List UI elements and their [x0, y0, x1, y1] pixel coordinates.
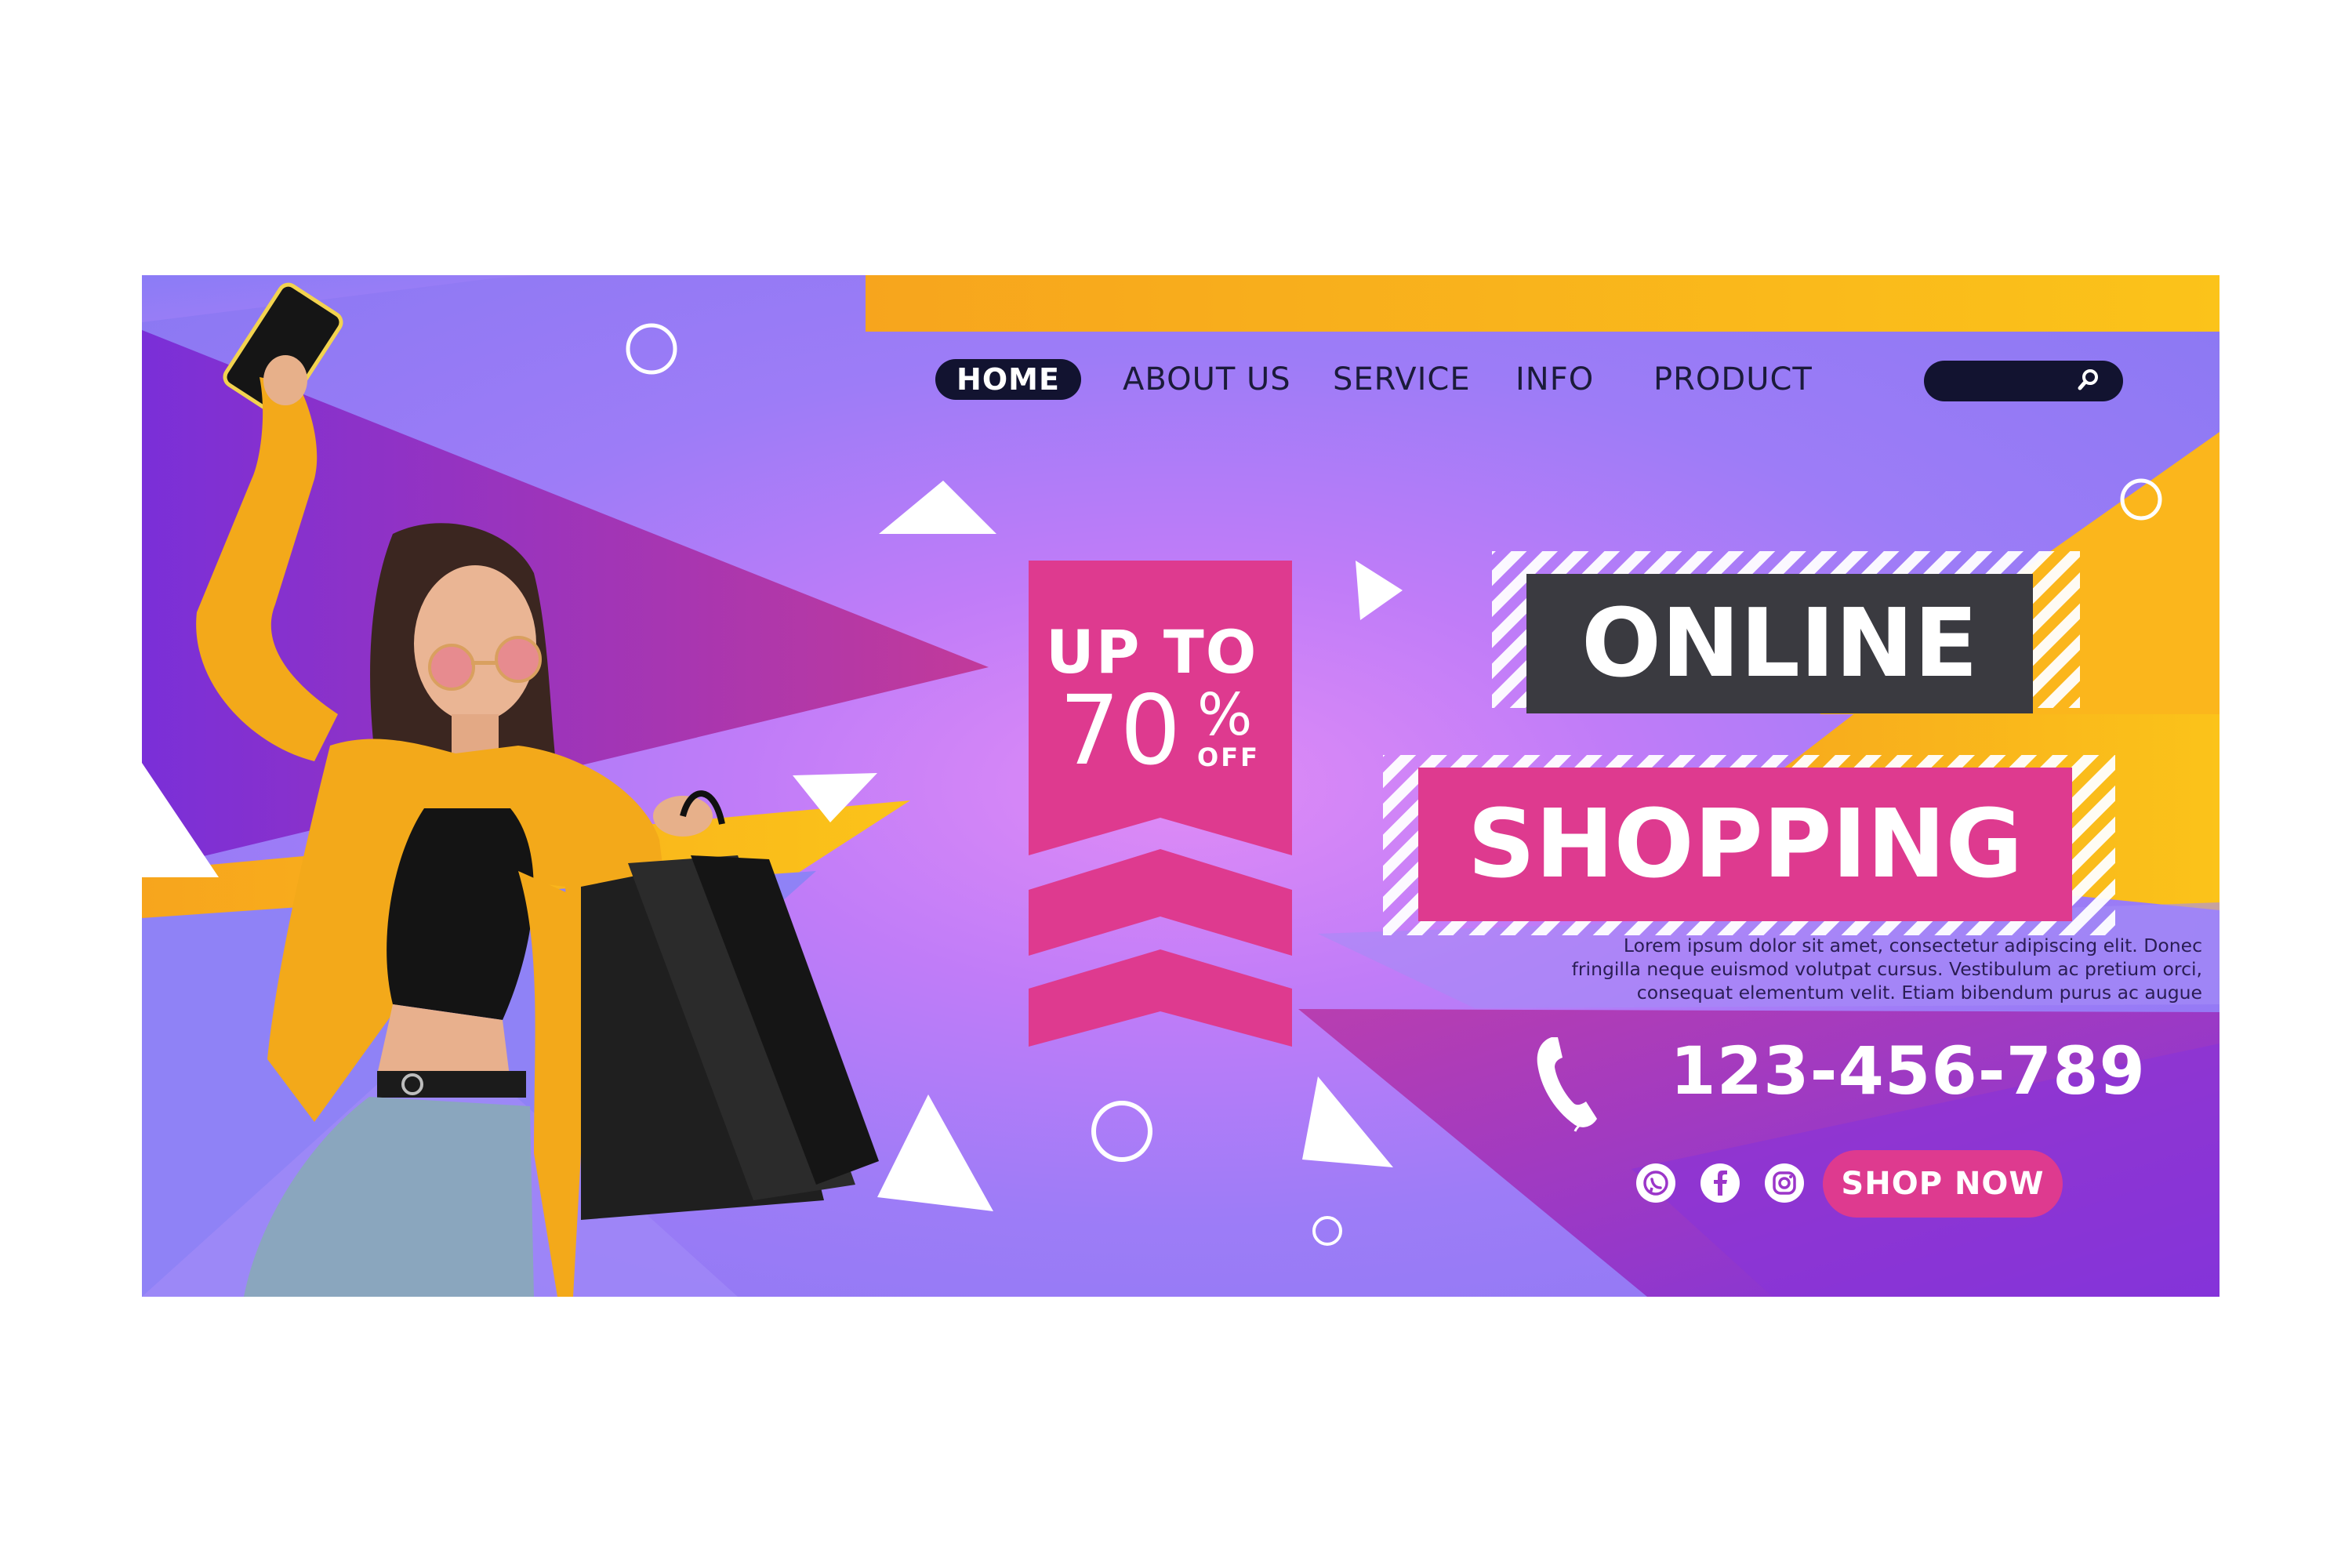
description-line: fringilla neque euismod volutpat cursus.… — [1571, 958, 2202, 980]
phone-number: 123-456-789 — [1670, 1033, 2146, 1109]
headline-shopping: SHOPPING — [1418, 768, 2072, 921]
landing-banner: HOME ABOUT US SERVICE INFO PRODUCT UP TO… — [142, 275, 2220, 1297]
description-text: Lorem ipsum dolor sit amet, consectetur … — [1365, 934, 2202, 1004]
description-line: Lorem ipsum dolor sit amet, consectetur … — [1623, 935, 2202, 956]
whatsapp-icon[interactable] — [1636, 1163, 1675, 1203]
instagram-icon[interactable] — [1765, 1163, 1804, 1203]
facebook-icon[interactable] — [1700, 1163, 1740, 1203]
shop-now-button[interactable]: SHOP NOW — [1823, 1150, 2063, 1218]
phone-icon — [1537, 1037, 1597, 1132]
description-line: consequat elementum velit. Etiam bibendu… — [1636, 982, 2202, 1004]
headline-online: ONLINE — [1526, 574, 2033, 713]
